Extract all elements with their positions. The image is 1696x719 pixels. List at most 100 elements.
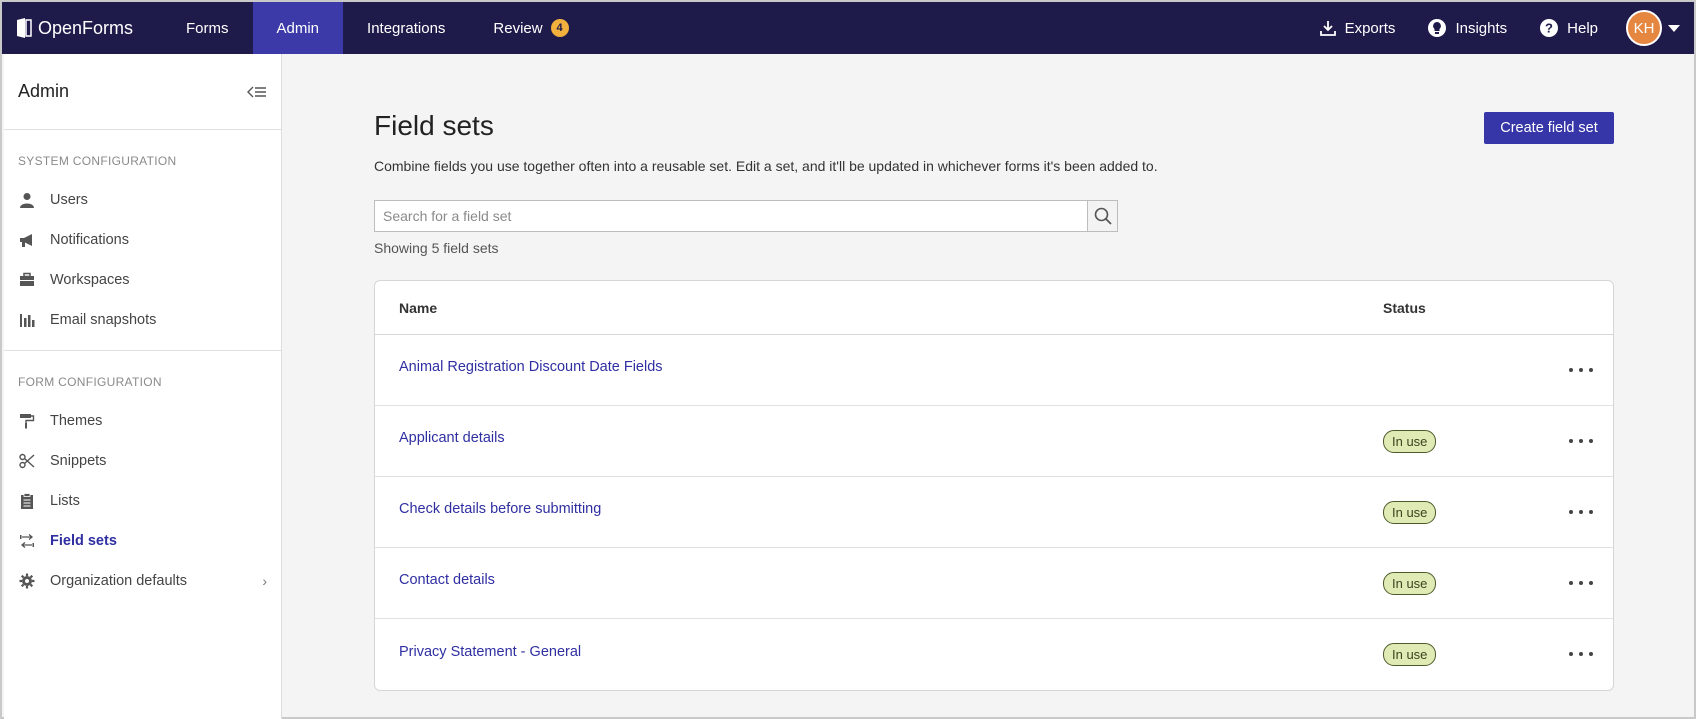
more-options-button[interactable] [1569,645,1593,663]
section-label-system: SYSTEM CONFIGURATION [18,154,177,168]
help-icon: ? [1540,19,1559,37]
sidebar-item-workspaces[interactable]: Workspaces [4,260,281,300]
collapse-icon [247,86,266,97]
page-subtitle: Combine fields you use together often in… [374,158,1158,174]
more-options-button[interactable] [1569,503,1593,521]
table-row: Contact details In use [375,548,1613,619]
ellipsis-icon [1569,581,1573,585]
more-options-button[interactable] [1569,361,1593,379]
field-sets-icon [18,532,36,550]
sidebar-item-label: Snippets [50,453,107,469]
sidebar-item-field-sets[interactable]: Field sets [4,521,281,561]
ellipsis-icon [1579,510,1583,514]
sidebar-item-email-snapshots[interactable]: Email snapshots [4,300,281,340]
clipboard-icon [18,492,36,510]
ellipsis-icon [1569,368,1573,372]
ellipsis-icon [1589,439,1593,443]
sidebar-item-label: Lists [50,493,80,509]
user-menu[interactable]: KH [1614,10,1694,46]
user-icon [18,191,36,209]
exports-link[interactable]: Exports [1303,19,1412,37]
avatar: KH [1626,10,1662,46]
help-link[interactable]: ? Help [1523,18,1614,38]
create-field-set-button[interactable]: Create field set [1484,112,1614,144]
ellipsis-icon [1579,439,1583,443]
section-label-form: FORM CONFIGURATION [18,375,162,389]
nav-admin-label: Admin [276,19,320,37]
status-badge: In use [1383,571,1437,595]
sidebar-item-snippets[interactable]: Snippets [4,441,281,481]
sidebar-item-users[interactable]: Users [4,180,281,220]
nav-admin[interactable]: Admin [252,2,344,54]
ellipsis-icon [1589,581,1593,585]
status-cell: In use [1383,500,1543,524]
bar-chart-icon [18,311,36,329]
lightbulb-icon [1428,19,1447,37]
megaphone-icon [18,231,36,249]
table-row: Animal Registration Discount Date Fields [375,335,1613,406]
field-set-name-link[interactable]: Check details before submitting [375,501,1383,517]
table-header: Name Status [375,281,1613,335]
app-window: OpenForms Forms Admin Integrations Revie… [0,0,1696,719]
status-cell: In use [1383,429,1543,453]
status-badge: In use [1383,643,1437,666]
status-badge: In use [1383,429,1437,453]
nav-forms[interactable]: Forms [162,2,253,54]
column-header-status[interactable]: Status [1383,300,1426,316]
field-set-name-link[interactable]: Applicant details [375,430,1383,446]
search-input[interactable] [375,201,1087,231]
search-button[interactable] [1087,201,1117,231]
field-set-name-link[interactable]: Contact details [375,572,1383,588]
ellipsis-icon [1579,652,1583,656]
sidebar-item-themes[interactable]: Themes [4,401,281,441]
nav-integrations[interactable]: Integrations [343,2,469,54]
sidebar-item-label: Organization defaults [50,573,188,589]
sidebar-item-notifications[interactable]: Notifications [4,220,281,260]
admin-sidebar: Admin SYSTEM CONFIGURATION Users Notific… [4,54,282,719]
app-name: OpenForms [38,17,134,38]
nav-integrations-label: Integrations [367,19,446,37]
column-header-name[interactable]: Name [375,300,1383,316]
table-row: Applicant details In use [375,406,1613,477]
field-set-name-link[interactable]: Privacy Statement - General [375,644,1383,660]
sidebar-item-organization-defaults[interactable]: Organization defaults › [4,561,281,601]
svg-text:?: ? [1545,21,1553,36]
sidebar-item-lists[interactable]: Lists [4,481,281,521]
sidebar-title: Admin [18,81,70,101]
ellipsis-icon [1579,368,1583,372]
more-options-button[interactable] [1569,432,1593,450]
nav-right-group: Exports Insights ? Help KH [1303,2,1694,54]
search-box [374,200,1118,232]
ellipsis-icon [1589,368,1593,372]
field-set-name-link[interactable]: Animal Registration Discount Date Fields [375,359,1383,375]
sidebar-item-label: Themes [50,413,103,429]
logo-icon [17,18,32,38]
sidebar-item-label: Email snapshots [50,312,157,328]
table-row: Privacy Statement - General In use [375,619,1613,690]
app-logo[interactable]: OpenForms [2,17,162,39]
help-label: Help [1567,19,1598,37]
exports-label: Exports [1344,19,1396,37]
nav-review-label: Review [493,19,543,37]
status-cell: In use [1383,571,1543,595]
scissors-icon [18,452,36,470]
nav-review[interactable]: Review 4 [469,2,592,54]
status-cell: In use [1383,643,1543,666]
ellipsis-icon [1589,510,1593,514]
ellipsis-icon [1579,581,1583,585]
more-options-button[interactable] [1569,574,1593,592]
download-icon [1319,21,1336,36]
collapse-sidebar-button[interactable] [247,85,267,99]
results-count: Showing 5 field sets [374,240,499,256]
sidebar-item-label: Users [50,192,88,208]
paint-roller-icon [18,412,36,430]
review-count-badge: 4 [550,19,569,37]
insights-link[interactable]: Insights [1411,18,1523,38]
sidebar-header: Admin [4,54,281,130]
gear-icon [18,572,36,590]
insights-label: Insights [1455,19,1508,37]
ellipsis-icon [1569,652,1573,656]
sidebar-item-label: Workspaces [50,272,130,288]
ellipsis-icon [1569,510,1573,514]
status-badge: In use [1383,500,1437,524]
